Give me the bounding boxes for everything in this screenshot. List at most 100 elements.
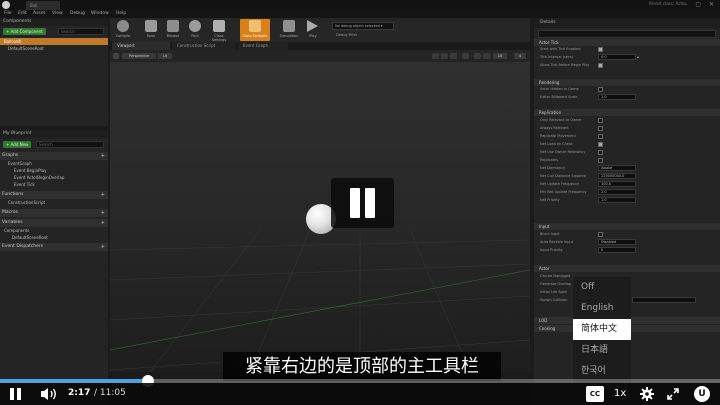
add-variable-icon[interactable]: + — [101, 219, 105, 227]
compile-button[interactable]: Compile — [112, 19, 134, 41]
grid-snap-value[interactable]: 10 — [493, 53, 507, 59]
variable-component-item[interactable]: DefaultSceneRoot — [0, 234, 108, 241]
details-search-input[interactable] — [538, 30, 716, 38]
browse-button[interactable]: Browse — [162, 19, 184, 41]
menu-view[interactable]: View — [52, 10, 63, 18]
section-rendering[interactable]: Rendering — [534, 79, 720, 86]
section-replication[interactable]: Replication — [534, 109, 720, 116]
simulation-button[interactable]: Simulation — [278, 19, 300, 41]
functions-category[interactable]: Functions + — [0, 191, 108, 199]
fullscreen-icon[interactable] — [666, 387, 680, 401]
input-priority-field[interactable]: 0 — [598, 247, 636, 253]
spawn-collision-select[interactable] — [632, 297, 696, 303]
replication-checkbox[interactable] — [598, 134, 603, 139]
graph-event-item[interactable]: Event ActorBeginOverlap — [0, 174, 108, 181]
unreal-brand-icon[interactable]: U — [694, 386, 710, 402]
menu-file[interactable]: File — [4, 10, 12, 18]
document-tab[interactable]: Ball — [26, 1, 60, 10]
components-panel: Components + Add Component Search Ball(s… — [0, 18, 108, 126]
playback-speed-button[interactable]: 1x — [614, 388, 626, 399]
add-component-button[interactable]: + Add Component — [3, 28, 46, 35]
add-dispatcher-icon[interactable]: + — [101, 243, 105, 251]
caption-option-english[interactable]: English — [573, 298, 631, 319]
editor-tabs: Viewport Construction Script Event Graph — [110, 42, 530, 50]
graph-event-item[interactable]: Event Tick — [0, 181, 108, 188]
components-subcategory[interactable]: Components — [0, 227, 108, 234]
net-cull-field[interactable]: 225000000.0 — [598, 173, 636, 179]
components-panel-title: Components — [0, 18, 108, 26]
section-input[interactable]: Input — [534, 223, 720, 230]
menu-debug[interactable]: Debug — [70, 10, 85, 18]
menu-edit[interactable]: Edit — [18, 10, 27, 18]
event-dispatchers-category[interactable]: Event Dispatchers + — [0, 243, 108, 251]
tab-construction-script[interactable]: Construction Script — [172, 42, 236, 50]
component-item-root[interactable]: DefaultSceneRoot — [0, 45, 108, 52]
caption-option-off[interactable]: Off — [573, 277, 631, 298]
camera-speed-button[interactable]: 4 — [514, 53, 526, 59]
grid-snap-icon[interactable] — [483, 53, 490, 59]
gear-icon[interactable] — [640, 387, 654, 401]
lit-button[interactable]: Lit — [158, 53, 172, 59]
add-function-icon[interactable]: + — [101, 191, 105, 199]
add-macro-icon[interactable]: + — [101, 209, 105, 217]
graphs-category[interactable]: Graphs + — [0, 152, 108, 160]
net-priority-field[interactable]: 1.0 — [598, 197, 636, 203]
surface-snap-icon[interactable] — [474, 53, 481, 59]
replication-checkbox[interactable] — [598, 142, 603, 147]
viewport[interactable]: Perspective Lit 10 4 — [110, 50, 530, 372]
replication-checkbox[interactable] — [598, 118, 603, 123]
perspective-button[interactable]: Perspective — [122, 53, 156, 59]
tab-viewport[interactable]: Viewport — [112, 42, 170, 50]
tick-interval-field[interactable]: 0.0 — [598, 54, 636, 60]
components-search-input[interactable]: Search — [58, 28, 104, 35]
blueprint-search-input[interactable]: Search — [36, 141, 104, 148]
window-controls[interactable]: – ▢ ✕ — [684, 1, 717, 8]
macros-category[interactable]: Macros + — [0, 209, 108, 217]
save-button[interactable]: Save — [140, 19, 162, 41]
variables-category[interactable]: Variables + — [0, 219, 108, 227]
add-new-button[interactable]: + Add New — [3, 141, 32, 148]
tick-before-play-checkbox[interactable] — [598, 63, 603, 68]
block-input-checkbox[interactable] — [598, 232, 603, 237]
net-dormancy-select[interactable]: Awake — [598, 165, 636, 171]
menu-asset[interactable]: Asset — [33, 10, 45, 18]
min-net-update-field[interactable]: 2.0 — [598, 189, 636, 195]
menu-help[interactable]: Help — [116, 10, 126, 18]
prop-label: Start with Tick Enabled — [540, 47, 581, 51]
move-tool-icon[interactable] — [432, 53, 439, 59]
billboard-scale-field[interactable]: 1.0 — [598, 94, 636, 100]
viewport-options-icon[interactable] — [113, 53, 119, 59]
auto-receive-select[interactable]: Disabled — [598, 239, 636, 245]
find-button[interactable]: Find — [184, 19, 206, 41]
tab-event-graph[interactable]: Event Graph — [238, 42, 288, 50]
pause-overlay-button[interactable] — [331, 178, 394, 228]
function-item[interactable]: ConstructionScript — [0, 199, 108, 206]
section-actor-tick[interactable]: Actor Tick — [534, 39, 720, 46]
prop-label: Auto Receive Input — [540, 240, 574, 244]
tick-interval-spin-icon[interactable]: ▴ — [637, 54, 642, 60]
rotate-tool-icon[interactable] — [441, 53, 448, 59]
replication-checkbox[interactable] — [598, 158, 603, 163]
section-actor[interactable]: Actor — [534, 265, 720, 272]
start-tick-checkbox[interactable] — [598, 47, 603, 52]
replication-checkbox[interactable] — [598, 150, 603, 155]
add-graph-icon[interactable]: + — [101, 152, 105, 160]
net-update-field[interactable]: 100.0 — [598, 181, 636, 187]
world-space-icon[interactable] — [462, 53, 469, 59]
graph-event-item[interactable]: Event BeginPlay — [0, 167, 108, 174]
closed-captions-button[interactable]: CC — [586, 386, 604, 402]
graph-item[interactable]: EventGraph — [0, 160, 108, 167]
pause-button[interactable] — [9, 388, 23, 400]
component-item-self[interactable]: Ball(self) — [0, 38, 108, 45]
class-settings-button[interactable]: Class Settings — [208, 19, 230, 42]
scale-tool-icon[interactable] — [450, 53, 457, 59]
caption-option-japanese[interactable]: 日本語 — [573, 340, 631, 361]
volume-icon[interactable] — [40, 387, 58, 401]
hidden-in-game-checkbox[interactable] — [598, 87, 603, 92]
play-button[interactable]: Play — [302, 19, 324, 41]
caption-option-chinese[interactable]: 简体中文 — [573, 319, 631, 340]
debug-object-select[interactable]: No debug object selected ▾ — [332, 22, 394, 30]
class-defaults-button[interactable]: Class Defaults — [240, 19, 270, 41]
menu-window[interactable]: Window — [91, 10, 109, 18]
replication-checkbox[interactable] — [598, 126, 603, 131]
